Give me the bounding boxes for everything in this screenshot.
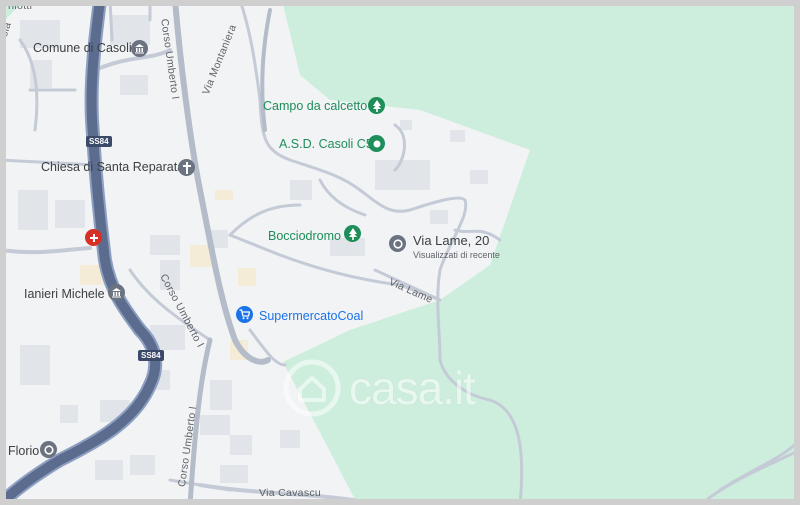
hospital-icon[interactable] [85,229,102,246]
town-hall-icon[interactable] [108,284,125,301]
location-pin-icon[interactable] [40,441,57,458]
poi-sublabel-recent: Visualizzati di recente [413,250,500,260]
map-canvas[interactable]: SS84 SS84 rilotti Via San Nicola Corso U… [0,0,800,505]
poi-label-supermercato[interactable]: SupermercatoCoal [259,309,363,323]
sports-icon[interactable] [368,135,385,152]
location-pin-icon[interactable] [389,235,406,252]
park-icon[interactable] [344,225,361,242]
park-icon[interactable] [368,97,385,114]
poi-label-comune[interactable]: Comune di Casoli [33,41,132,55]
shopping-cart-icon[interactable] [236,306,253,323]
route-shield-ss84: SS84 [138,350,164,361]
watermark-logo-icon [283,359,341,417]
church-icon[interactable] [178,159,195,176]
street-label-rilotti: rilotti [8,0,33,12]
poi-label-chiesa[interactable]: Chiesa di Santa Reparata [41,160,184,174]
map-base-layer [0,0,800,505]
route-shield-ss84: SS84 [86,136,112,147]
poi-label-campo[interactable]: Campo da calcetto [263,99,367,113]
poi-label-bocciodromo[interactable]: Bocciodromo [268,229,341,243]
poi-label-via-lame-20[interactable]: Via Lame, 20 [413,233,489,248]
watermark: casa.it [283,359,476,417]
poi-label-ianieri[interactable]: Ianieri Michele [24,287,105,301]
street-label-via-cavascu: Via Cavascu [259,487,322,499]
town-hall-icon[interactable] [131,40,148,57]
poi-label-florio[interactable]: Florio [8,444,39,458]
poi-label-asd[interactable]: A.S.D. Casoli C5 [279,137,373,151]
watermark-text: casa.it [349,362,476,414]
